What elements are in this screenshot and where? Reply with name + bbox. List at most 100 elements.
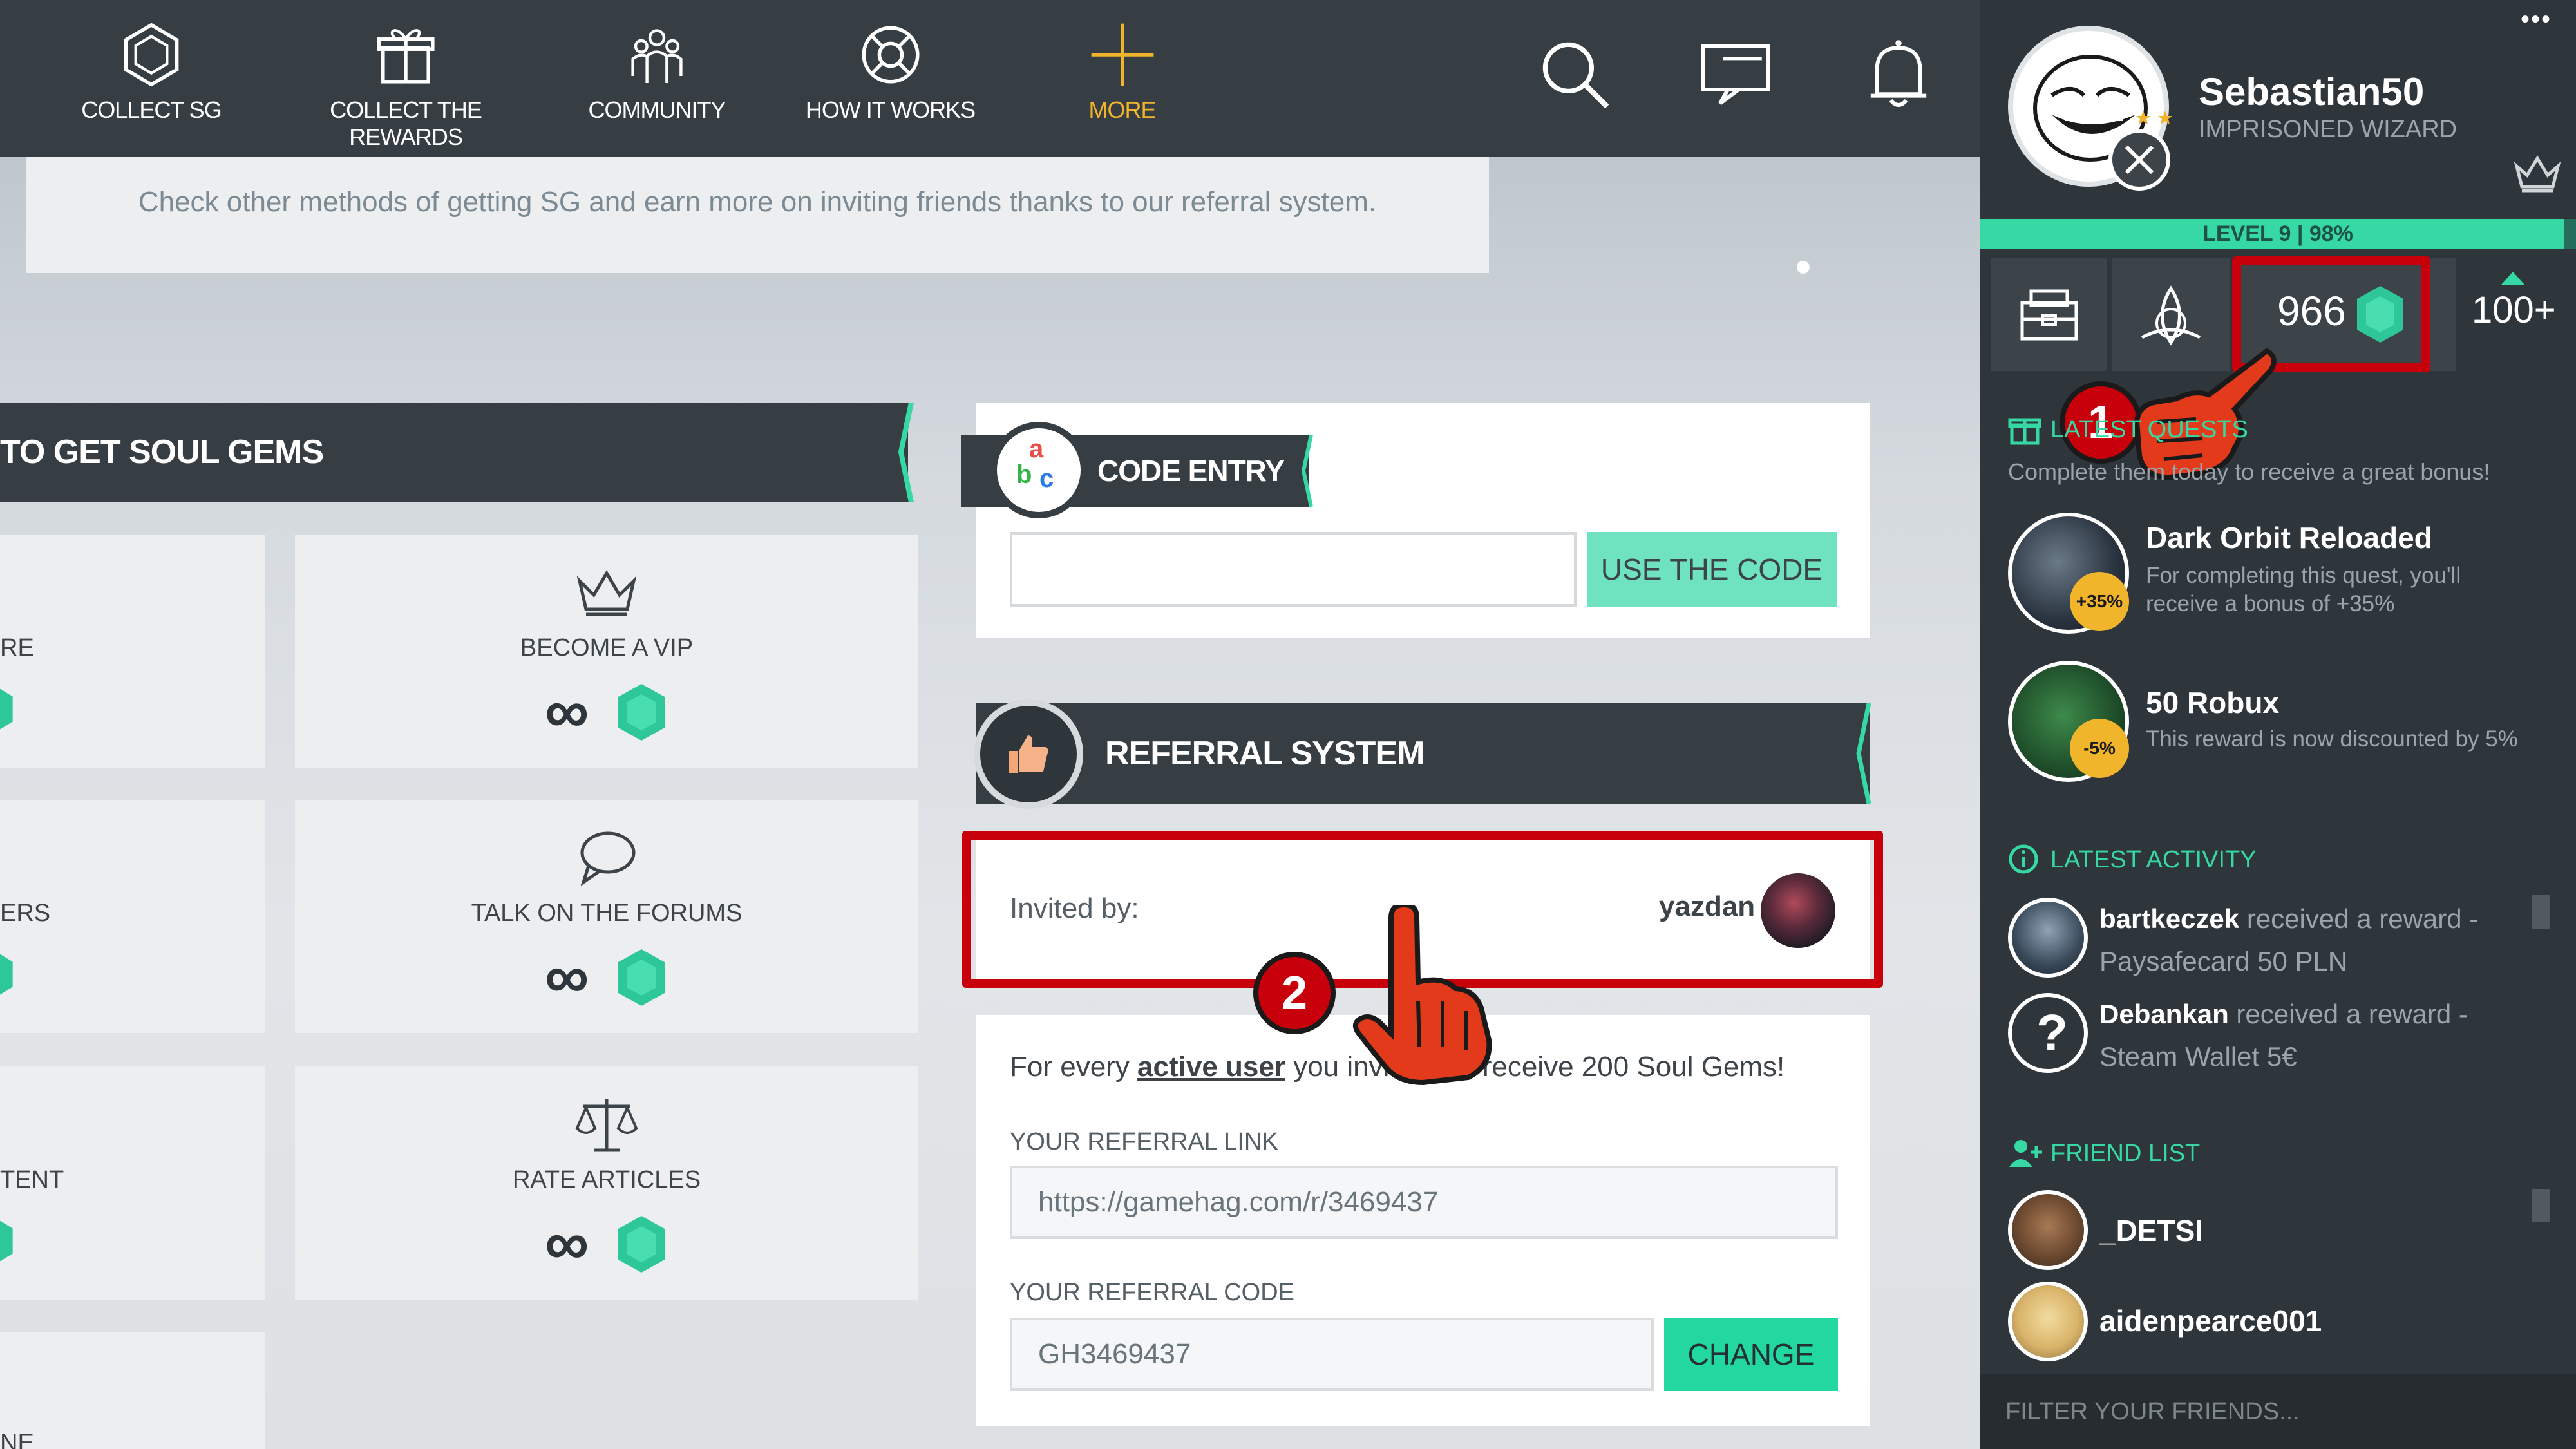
- nav-community[interactable]: COMMUNITY: [580, 19, 734, 135]
- username[interactable]: Sebastian50: [2199, 70, 2424, 114]
- inventory-button[interactable]: [1991, 258, 2107, 371]
- quest-title[interactable]: Dark Orbit Reloaded: [2146, 520, 2432, 555]
- tile-value: ∞: [545, 1209, 589, 1278]
- tile-label: RE: [0, 634, 34, 661]
- friends-scrollbar[interactable]: [2532, 1189, 2550, 1222]
- way-tile-forums[interactable]: TALK ON THE FORUMS ∞: [295, 800, 918, 1033]
- code-input[interactable]: [1010, 532, 1577, 607]
- activity-avatar[interactable]: ?: [2008, 993, 2088, 1073]
- stars-icon: [2136, 111, 2172, 124]
- user-rank: IMPRISONED WIZARD: [2199, 116, 2458, 143]
- banner-accent: [898, 402, 914, 502]
- tile-label: TENT: [0, 1166, 64, 1193]
- referral-link-label: YOUR REFERRAL LINK: [1010, 1128, 1278, 1155]
- tile-label: NE: [0, 1430, 34, 1449]
- nav-label: COLLECT SG: [81, 97, 222, 123]
- abc-icon: a b c: [990, 422, 1087, 518]
- activity-action: received a reward -: [2236, 999, 2468, 1029]
- way-tile-partial[interactable]: NE: [0, 1332, 265, 1449]
- info-text: Check other methods of getting SG and ea…: [138, 186, 1377, 218]
- quest-badge: -5%: [2070, 719, 2129, 778]
- nav-label: COLLECT THE REWARDS: [330, 97, 482, 150]
- notifications-count[interactable]: 100+: [2456, 258, 2576, 371]
- way-tile-partial[interactable]: TENT: [0, 1066, 265, 1300]
- tools-badge-icon: [2108, 129, 2170, 191]
- referral-title: REFERRAL SYSTEM: [1105, 735, 1425, 772]
- friend-filter-input[interactable]: [2005, 1387, 2550, 1436]
- way-tile-vip[interactable]: BECOME A VIP ∞: [295, 535, 918, 768]
- info-banner: Check other methods of getting SG and ea…: [26, 157, 1489, 273]
- user-sidebar: ••• Sebastian50 IMPRISONED WIZARD LEVEL …: [1980, 0, 2576, 1449]
- messages-icon[interactable]: [1697, 35, 1774, 113]
- friend-name[interactable]: _DETSI: [2099, 1213, 2203, 1248]
- tile-value: ∞: [545, 942, 589, 1011]
- quests-subtitle: Complete them today to receive a great b…: [2008, 459, 2490, 485]
- activity-user[interactable]: bartkeczek: [2099, 904, 2239, 934]
- activity-item: Debankan received a reward - Steam Walle…: [2099, 993, 2512, 1078]
- tile-label: BECOME A VIP: [520, 634, 694, 661]
- hexagon-icon: [124, 23, 179, 87]
- lifebuoy-icon: [861, 26, 920, 84]
- quest-desc: For completing this quest, you'll receiv…: [2146, 563, 2461, 616]
- ways-heading-banner: TO GET SOUL GEMS: [0, 402, 908, 502]
- level-text: LEVEL 9 | 98%: [2202, 222, 2353, 246]
- activity-reward: Steam Wallet 5€: [2099, 1041, 2297, 1072]
- tile-label: TALK ON THE FORUMS: [471, 900, 743, 927]
- level-bar: LEVEL 9 | 98%: [1980, 219, 2576, 249]
- nav-collect-rewards[interactable]: COLLECT THE REWARDS: [274, 19, 538, 150]
- way-tile-rate-articles[interactable]: RATE ARTICLES ∞: [295, 1066, 918, 1300]
- referral-code-label: YOUR REFERRAL CODE: [1010, 1279, 1294, 1306]
- banner-accent: [1300, 435, 1313, 507]
- nav-more[interactable]: MORE: [1063, 19, 1182, 135]
- use-code-button[interactable]: USE THE CODE: [1587, 532, 1837, 607]
- quest-desc: This reward is now discounted by 5%: [2146, 726, 2518, 752]
- nav-collect-sg[interactable]: COLLECT SG: [77, 19, 225, 135]
- tile-value: ∞: [545, 677, 589, 746]
- top-navigation: COLLECT SG COLLECT THE REWARDS COMMUNITY…: [0, 0, 1980, 157]
- quest-title[interactable]: 50 Robux: [2146, 685, 2279, 720]
- decor-dot: [1797, 261, 1810, 274]
- menu-dots-icon[interactable]: •••: [2521, 5, 2552, 34]
- bell-icon[interactable]: [1860, 35, 1937, 113]
- tile-label: ERS: [0, 900, 51, 927]
- gift-icon: [2008, 418, 2041, 445]
- change-code-button[interactable]: CHANGE: [1664, 1318, 1838, 1391]
- plus-icon: [1091, 23, 1153, 86]
- nav-label: COMMUNITY: [588, 97, 726, 123]
- activity-item: bartkeczek received a reward - Paysafeca…: [2099, 898, 2512, 983]
- way-tile-partial[interactable]: RE: [0, 535, 265, 768]
- gem-icon: [618, 684, 665, 741]
- scales-icon: [575, 1099, 638, 1152]
- referral-code-field[interactable]: [1010, 1318, 1654, 1391]
- friend-filter-bar: [1980, 1374, 2576, 1449]
- annotation-step-2: 2: [1253, 952, 1336, 1034]
- thumbs-up-icon: [974, 699, 1083, 809]
- banner-accent: [1855, 703, 1871, 804]
- activity-scrollbar[interactable]: [2532, 895, 2550, 929]
- friend-avatar[interactable]: [2008, 1190, 2088, 1270]
- activity-avatar[interactable]: [2008, 898, 2088, 978]
- code-entry-title: CODE ENTRY: [1097, 454, 1285, 488]
- tile-label: RATE ARTICLES: [512, 1166, 701, 1193]
- quests-heading: LATEST QUESTS: [2050, 416, 2248, 443]
- way-tile-partial[interactable]: ERS: [0, 800, 265, 1033]
- ways-heading: TO GET SOUL GEMS: [0, 433, 324, 471]
- activity-heading: LATEST ACTIVITY: [2050, 846, 2257, 873]
- crown-icon: [576, 570, 637, 616]
- gem-icon: [618, 1216, 665, 1273]
- nav-how-it-works[interactable]: HOW IT WORKS: [799, 19, 982, 135]
- gem-icon: [0, 688, 13, 730]
- triquetra-icon: [2141, 285, 2201, 346]
- activity-user[interactable]: Debankan: [2099, 999, 2229, 1029]
- referral-banner: REFERRAL SYSTEM: [976, 703, 1870, 804]
- referral-link-field[interactable]: [1010, 1166, 1838, 1239]
- gem-icon: [618, 949, 665, 1006]
- search-icon[interactable]: [1536, 35, 1613, 113]
- active-user-link[interactable]: active user: [1137, 1051, 1285, 1083]
- activity-action: received a reward -: [2246, 904, 2479, 934]
- quest-badge: +35%: [2070, 572, 2129, 631]
- friend-name[interactable]: aidenpearce001: [2099, 1303, 2322, 1338]
- crown-icon[interactable]: [2513, 153, 2562, 194]
- friend-avatar[interactable]: [2008, 1282, 2088, 1361]
- gift-icon: [377, 29, 435, 84]
